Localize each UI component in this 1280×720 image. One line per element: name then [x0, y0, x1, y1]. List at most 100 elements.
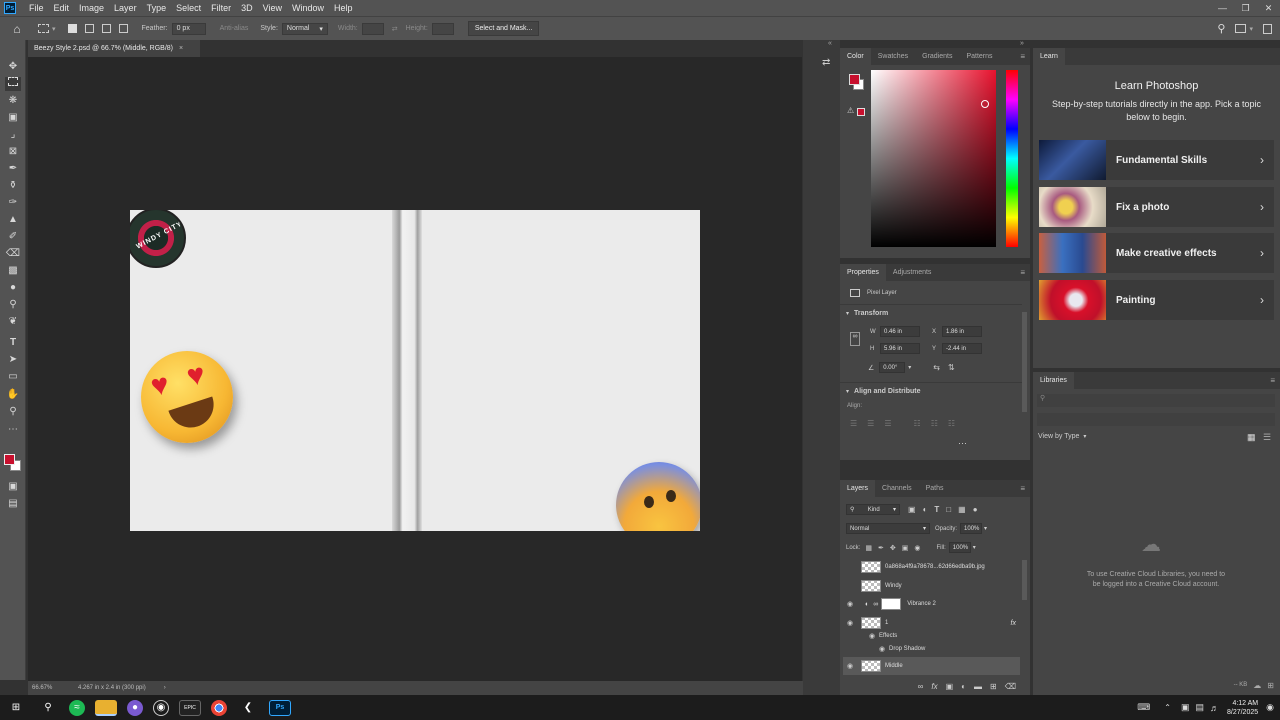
- layer-row-selected[interactable]: ◉ Middle: [843, 657, 1020, 675]
- home-icon[interactable]: ⌂: [4, 22, 30, 36]
- layer-name[interactable]: 0a868a4f9a78678...62d66edba9b.jpg: [885, 564, 985, 570]
- lock-position-icon[interactable]: ✥: [890, 544, 896, 552]
- new-layer-icon[interactable]: ⊞: [990, 682, 997, 691]
- view-by-type-label[interactable]: View by Type: [1038, 433, 1079, 440]
- tab-layers[interactable]: Layers: [840, 480, 876, 497]
- color-picker-handle[interactable]: [981, 100, 989, 108]
- lock-artboard-icon[interactable]: ▣: [902, 544, 909, 552]
- cloud-sync-icon[interactable]: ☁: [1253, 681, 1261, 690]
- menu-type[interactable]: Type: [142, 3, 172, 13]
- layer-name[interactable]: Vibrance 2: [907, 601, 936, 607]
- quick-mask-icon[interactable]: ▣: [5, 480, 21, 494]
- menu-window[interactable]: Window: [287, 3, 329, 13]
- menu-help[interactable]: Help: [329, 3, 358, 13]
- color-field[interactable]: [871, 70, 996, 247]
- clone-stamp-tool-icon[interactable]: ▲: [5, 213, 21, 227]
- preset-chevron-icon[interactable]: ▾: [52, 25, 56, 33]
- zoom-tool-icon[interactable]: ⚲: [5, 405, 21, 419]
- filter-smart-icon[interactable]: ▦: [958, 505, 966, 514]
- workspace-chevron-icon[interactable]: ▾: [1249, 25, 1253, 33]
- width-input[interactable]: 0.46 in: [880, 326, 920, 337]
- rectangle-tool-icon[interactable]: ▭: [5, 370, 21, 384]
- align-bottom-icon[interactable]: ☷: [948, 419, 955, 428]
- document-tab[interactable]: Beezy Style 2.psd @ 66.7% (Middle, RGB/8…: [28, 40, 200, 57]
- style-select[interactable]: Normal ▾: [281, 22, 328, 35]
- eye-icon[interactable]: ◉: [843, 662, 857, 670]
- flip-horizontal-icon[interactable]: ⇆: [933, 363, 940, 372]
- fx-icon[interactable]: fx: [931, 682, 937, 691]
- feather-input[interactable]: 0 px: [171, 22, 206, 35]
- effects-row[interactable]: ◉ Effects: [843, 629, 1020, 643]
- flip-vertical-icon[interactable]: ⇅: [948, 363, 955, 372]
- link-layers-icon[interactable]: ∞: [918, 682, 924, 691]
- antialias-checkbox[interactable]: Anti-alias: [220, 25, 249, 32]
- photoshop-taskbar-icon[interactable]: Ps: [269, 699, 291, 716]
- notifications-icon[interactable]: ◉: [1266, 702, 1274, 713]
- filter-type-icon[interactable]: T: [934, 505, 939, 514]
- align-top-icon[interactable]: ☷: [914, 419, 921, 428]
- layer-mask-thumbnail[interactable]: [881, 598, 902, 610]
- angle-chevron-icon[interactable]: ▾: [908, 364, 911, 371]
- obs-icon[interactable]: ◉: [153, 699, 169, 716]
- expand-panels-icon[interactable]: »: [1020, 40, 1024, 47]
- swap-icon[interactable]: ⇄: [392, 25, 398, 33]
- opacity-chevron-icon[interactable]: ▾: [984, 525, 987, 532]
- libraries-search-input[interactable]: ⚲: [1037, 394, 1275, 407]
- menu-filter[interactable]: Filter: [206, 3, 236, 13]
- chrome-icon[interactable]: [211, 699, 227, 716]
- new-group-icon[interactable]: ▬: [974, 682, 982, 691]
- frame-tool-icon[interactable]: ⊠: [5, 145, 21, 159]
- grid-view-icon[interactable]: ▦: [1247, 432, 1256, 443]
- filter-shape-icon[interactable]: □: [946, 505, 951, 514]
- gradient-tool-icon[interactable]: ▩: [5, 264, 21, 278]
- tab-patterns[interactable]: Patterns: [959, 48, 999, 65]
- align-section-label[interactable]: Align and Distribute: [854, 388, 921, 395]
- lock-pixels-icon[interactable]: ✒: [878, 544, 884, 552]
- layer-row[interactable]: Windy: [843, 577, 1020, 595]
- new-selection-icon[interactable]: [67, 24, 77, 33]
- fill-chevron-icon[interactable]: ▾: [973, 544, 976, 551]
- clock-time[interactable]: 4:12 AM: [1227, 699, 1258, 708]
- fill-input[interactable]: 100%: [948, 542, 971, 553]
- height-input[interactable]: 5.96 in: [880, 343, 920, 354]
- share-icon[interactable]: [1263, 23, 1272, 34]
- chevron-down-icon[interactable]: ▾: [846, 388, 849, 395]
- collapse-panels-icon[interactable]: «: [828, 40, 832, 47]
- spotify-icon[interactable]: ≈: [69, 699, 85, 716]
- layers-menu-icon[interactable]: ≡: [1020, 484, 1025, 493]
- back-arrow-icon[interactable]: ❮: [237, 700, 259, 716]
- effects-eye-icon[interactable]: ◉: [865, 632, 879, 640]
- tab-libraries[interactable]: Libraries: [1033, 372, 1074, 389]
- layer-name[interactable]: 1: [885, 620, 888, 626]
- document-canvas[interactable]: WINDY CITY ♥ ♥: [130, 210, 700, 531]
- chevron-down-icon[interactable]: ▾: [846, 310, 849, 317]
- eye-icon[interactable]: ◉: [843, 619, 857, 627]
- file-explorer-icon[interactable]: [95, 699, 117, 716]
- type-tool-icon[interactable]: T: [5, 336, 21, 350]
- document-tab-close[interactable]: ×: [179, 45, 183, 52]
- align-center-icon[interactable]: ☰: [867, 419, 874, 428]
- transform-section-label[interactable]: Transform: [854, 310, 888, 317]
- filter-adjustment-icon[interactable]: ◐: [923, 505, 928, 514]
- libraries-menu-icon[interactable]: ≡: [1270, 376, 1275, 385]
- add-selection-icon[interactable]: [84, 24, 94, 33]
- restore-icon[interactable]: ❐: [1234, 3, 1257, 14]
- align-left-icon[interactable]: ☰: [850, 419, 857, 428]
- menu-select[interactable]: Select: [171, 3, 206, 13]
- marquee-preset-icon[interactable]: [38, 24, 49, 33]
- menu-edit[interactable]: Edit: [49, 3, 75, 13]
- layer-row[interactable]: 0a868a4f9a78678...62d66edba9b.jpg: [843, 558, 1020, 576]
- add-content-icon[interactable]: ⊞: [1267, 681, 1274, 690]
- dodge-tool-icon[interactable]: ⚲: [5, 298, 21, 312]
- layers-scrollbar[interactable]: [1022, 560, 1027, 600]
- tab-gradients[interactable]: Gradients: [915, 48, 959, 65]
- more-tools-icon[interactable]: ⋯: [5, 423, 21, 437]
- drop-shadow-eye-icon[interactable]: ◉: [875, 645, 889, 653]
- tab-paths[interactable]: Paths: [919, 480, 951, 497]
- minimize-icon[interactable]: —: [1211, 3, 1234, 14]
- link-dimensions-icon[interactable]: ∞: [850, 332, 860, 346]
- close-icon[interactable]: ✕: [1257, 3, 1280, 14]
- lasso-tool-icon[interactable]: ❋: [5, 94, 21, 108]
- blend-mode-select[interactable]: Normal ▾: [846, 523, 930, 534]
- foreground-color-swatch[interactable]: [4, 454, 15, 465]
